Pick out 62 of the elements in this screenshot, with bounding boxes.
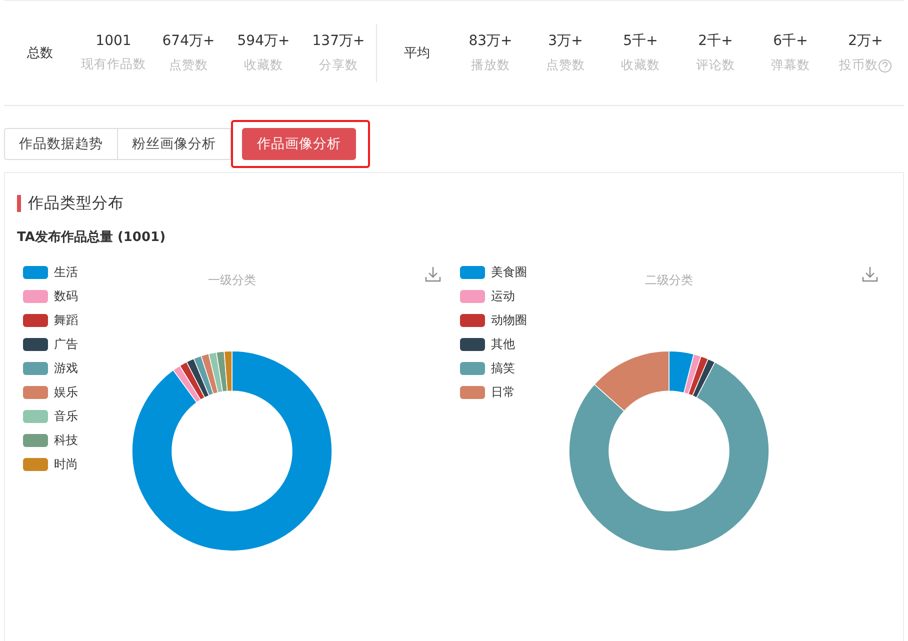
legend-label[interactable]: 音乐 bbox=[54, 408, 78, 424]
stat-label: 弹幕数 bbox=[771, 57, 810, 74]
stat-label: 分享数 bbox=[319, 57, 358, 74]
stat-label: 播放数 bbox=[471, 57, 510, 74]
legend-label[interactable]: 娱乐 bbox=[54, 384, 78, 400]
legend-swatch[interactable] bbox=[460, 314, 485, 326]
help-icon[interactable] bbox=[878, 58, 892, 72]
legend-label[interactable]: 舞蹈 bbox=[54, 312, 78, 328]
summary-heading: 平均 bbox=[403, 45, 431, 62]
legend-swatch[interactable] bbox=[23, 314, 48, 326]
stat-label: 收藏数 bbox=[244, 57, 283, 74]
stat-label: 点赞数 bbox=[546, 57, 585, 74]
legend-label[interactable]: 其他 bbox=[491, 336, 515, 352]
legend-label[interactable]: 科技 bbox=[54, 432, 78, 448]
stat-value: 137万+ bbox=[312, 32, 365, 50]
legend-swatch[interactable] bbox=[460, 362, 485, 374]
legend-swatch[interactable] bbox=[23, 458, 48, 470]
legend-swatch[interactable] bbox=[460, 338, 485, 350]
tab[interactable]: 作品画像分析 bbox=[242, 128, 356, 160]
stat-value: 674万+ bbox=[162, 32, 215, 50]
stat-value: 594万+ bbox=[237, 32, 290, 50]
stat-label: 投币数 bbox=[839, 57, 878, 74]
legend-label[interactable]: 生活 bbox=[54, 264, 78, 280]
legend-swatch[interactable] bbox=[23, 266, 48, 278]
legend-swatch[interactable] bbox=[23, 386, 48, 398]
legend-swatch[interactable] bbox=[23, 410, 48, 422]
legend-label[interactable]: 日常 bbox=[491, 384, 515, 400]
download-icon[interactable] bbox=[425, 266, 441, 282]
summary-heading: 总数 bbox=[26, 45, 54, 62]
legend-swatch[interactable] bbox=[23, 434, 48, 446]
legend-label[interactable]: 时尚 bbox=[54, 456, 78, 472]
stat-value: 5千+ bbox=[623, 32, 658, 50]
stat-value: 6千+ bbox=[773, 32, 808, 50]
stat-value: 1001 bbox=[96, 33, 132, 49]
legend-swatch[interactable] bbox=[23, 362, 48, 374]
legend-swatch[interactable] bbox=[460, 290, 485, 302]
legend-label[interactable]: 美食圈 bbox=[491, 264, 527, 280]
legend-label[interactable]: 游戏 bbox=[54, 360, 78, 376]
chart-title: 二级分类 bbox=[644, 272, 694, 289]
tab[interactable]: 粉丝画像分析 bbox=[118, 128, 231, 160]
legend-swatch[interactable] bbox=[460, 266, 485, 278]
legend-label[interactable]: 动物圈 bbox=[491, 312, 527, 328]
section-subtitle: TA发布作品总量 (1001) bbox=[17, 229, 167, 246]
chart-title: 一级分类 bbox=[207, 272, 257, 289]
stat-label: 评论数 bbox=[696, 57, 735, 74]
stat-value: 2千+ bbox=[698, 32, 733, 50]
legend-label[interactable]: 搞笑 bbox=[491, 360, 515, 376]
stat-label: 现有作品数 bbox=[81, 56, 146, 73]
legend-label[interactable]: 运动 bbox=[491, 288, 515, 304]
stat-value: 83万+ bbox=[468, 32, 512, 50]
tab[interactable]: 作品数据趋势 bbox=[4, 128, 118, 160]
stat-label: 收藏数 bbox=[621, 57, 660, 74]
legend-swatch[interactable] bbox=[23, 290, 48, 302]
stat-value: 2万+ bbox=[848, 32, 883, 50]
download-icon[interactable] bbox=[862, 266, 878, 282]
legend-swatch[interactable] bbox=[460, 386, 485, 398]
legend-label[interactable]: 广告 bbox=[54, 336, 78, 352]
legend-swatch[interactable] bbox=[23, 338, 48, 350]
section-title: 作品类型分布 bbox=[28, 195, 124, 212]
legend-label[interactable]: 数码 bbox=[54, 288, 78, 304]
stat-value: 3万+ bbox=[548, 32, 583, 50]
stat-label: 点赞数 bbox=[169, 57, 208, 74]
